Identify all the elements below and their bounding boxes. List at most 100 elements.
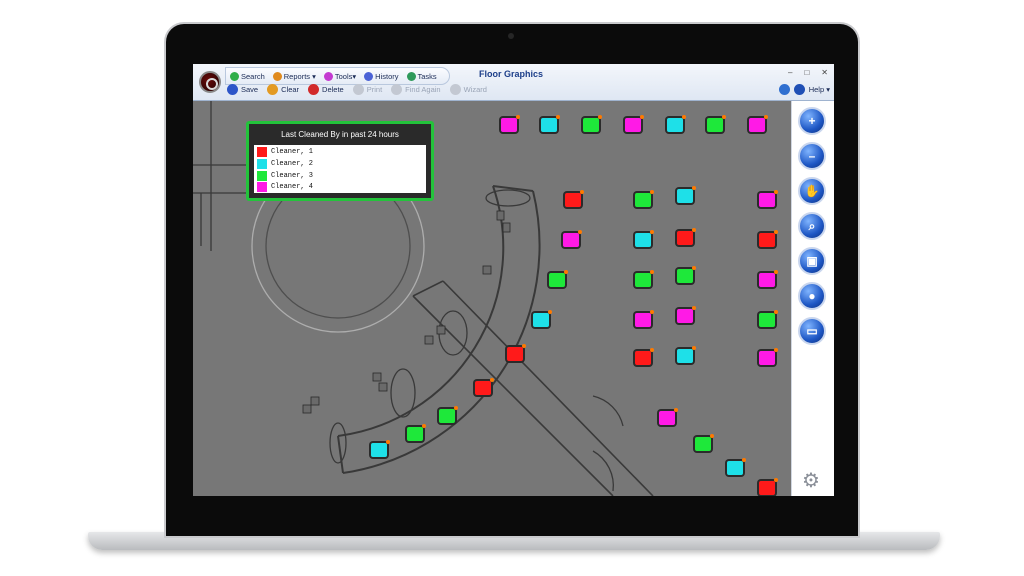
floor-plan-canvas[interactable]: Last Cleaned By in past 24 hours Cleaner…: [193, 101, 791, 496]
delete-button[interactable]: Delete: [308, 84, 344, 95]
gear-icon: ⚙: [802, 470, 820, 492]
user-button[interactable]: ●: [798, 282, 826, 310]
window-title: Floor Graphics: [479, 69, 544, 79]
history-button[interactable]: History: [364, 71, 399, 81]
print-button[interactable]: Print: [352, 84, 382, 95]
right-tool-panel: + – ✋ ⌕ ▣ ● ▭ ⚙: [791, 101, 834, 496]
legend-item: Cleaner, 4: [257, 181, 313, 192]
layers-button[interactable]: ▣: [798, 247, 826, 275]
reports-button[interactable]: Reports ▾: [272, 71, 316, 81]
room-marker[interactable]: [759, 310, 778, 327]
user-icon: ●: [808, 289, 816, 303]
app-window: Search Reports ▾ Tools▾ History Tasks Fl…: [193, 64, 834, 496]
zoom-in-button[interactable]: +: [798, 107, 826, 135]
settings-icon[interactable]: [778, 84, 790, 95]
room-marker[interactable]: [565, 190, 584, 207]
search-map-button[interactable]: ⌕: [798, 212, 826, 240]
room-marker[interactable]: [659, 408, 678, 425]
find-icon: [391, 84, 403, 95]
legend-swatch: [257, 146, 267, 157]
legend-item: Cleaner, 1: [257, 146, 313, 157]
legend-panel: Last Cleaned By in past 24 hours Cleaner…: [246, 121, 434, 201]
room-marker[interactable]: [371, 440, 390, 457]
room-marker[interactable]: [677, 306, 696, 323]
reports-icon: [272, 71, 282, 81]
save-icon: [227, 84, 238, 95]
zoom-out-icon: –: [808, 149, 816, 163]
zoom-out-button[interactable]: –: [798, 142, 826, 170]
quick-access-toolbar: Search Reports ▾ Tools▾ History Tasks: [225, 67, 450, 85]
legend-swatch: [257, 170, 267, 181]
tools-icon: [323, 71, 333, 81]
room-marker[interactable]: [635, 270, 654, 287]
room-marker[interactable]: [507, 344, 526, 361]
print-icon: [352, 84, 364, 95]
room-marker[interactable]: [625, 115, 644, 132]
room-marker[interactable]: [759, 348, 778, 365]
room-marker[interactable]: [677, 186, 696, 203]
webcam: [508, 33, 514, 39]
wizard-button[interactable]: Wizard: [449, 84, 487, 95]
legend-swatch: [257, 158, 267, 169]
room-marker[interactable]: [439, 406, 458, 423]
legend-item: Cleaner, 3: [257, 170, 313, 181]
history-icon: [364, 71, 374, 81]
room-marker[interactable]: [677, 266, 696, 283]
legend-list: Cleaner, 1 Cleaner, 2 Cleaner, 3 Cleaner…: [254, 145, 426, 193]
wizard-icon: [449, 84, 461, 95]
room-marker[interactable]: [695, 434, 714, 451]
window-controls: – □ ✕: [788, 68, 828, 77]
delete-icon: [308, 84, 320, 95]
tools-button[interactable]: Tools▾: [323, 71, 356, 81]
legend-title: Last Cleaned By in past 24 hours: [281, 130, 399, 139]
room-marker[interactable]: [407, 424, 426, 441]
room-marker[interactable]: [583, 115, 602, 132]
search-button[interactable]: Search: [230, 71, 265, 81]
tasks-icon: [406, 71, 416, 81]
room-marker[interactable]: [759, 478, 778, 495]
room-marker[interactable]: [727, 458, 746, 475]
room-marker[interactable]: [635, 348, 654, 365]
legend-item: Cleaner, 2: [257, 158, 313, 169]
room-marker[interactable]: [635, 230, 654, 247]
pan-hand-icon: ✋: [804, 184, 820, 198]
room-marker[interactable]: [533, 310, 552, 327]
clear-button[interactable]: Clear: [267, 84, 299, 95]
room-marker[interactable]: [759, 230, 778, 247]
room-marker[interactable]: [749, 115, 768, 132]
help-menu[interactable]: Help ▾: [809, 85, 830, 94]
room-marker[interactable]: [549, 270, 568, 287]
help-icon[interactable]: [793, 84, 805, 95]
legend-swatch: [257, 181, 267, 192]
room-marker[interactable]: [501, 115, 520, 132]
pan-button[interactable]: ✋: [798, 177, 826, 205]
display-button[interactable]: ▭: [798, 317, 826, 345]
save-button[interactable]: Save: [227, 84, 258, 95]
help-area: Help ▾: [778, 84, 830, 95]
layers-icon: ▣: [806, 254, 818, 268]
room-marker[interactable]: [677, 346, 696, 363]
clear-icon: [267, 84, 279, 95]
room-marker[interactable]: [563, 230, 582, 247]
room-marker[interactable]: [707, 115, 726, 132]
find-again-button[interactable]: Find Again: [391, 84, 441, 95]
zoom-in-icon: +: [808, 114, 816, 128]
title-bar: Search Reports ▾ Tools▾ History Tasks Fl…: [193, 64, 834, 101]
close-button[interactable]: ✕: [821, 68, 828, 77]
app-menu-button[interactable]: [199, 71, 221, 93]
magnifier-icon: ⌕: [808, 218, 816, 233]
tasks-button[interactable]: Tasks: [406, 71, 437, 81]
minimize-button[interactable]: –: [788, 68, 792, 77]
room-marker[interactable]: [759, 190, 778, 207]
room-marker[interactable]: [475, 378, 494, 395]
room-marker[interactable]: [635, 190, 654, 207]
room-marker[interactable]: [541, 115, 560, 132]
search-icon: [230, 71, 239, 81]
room-marker[interactable]: [759, 270, 778, 287]
room-marker[interactable]: [677, 228, 696, 245]
maximize-button[interactable]: □: [804, 68, 809, 77]
room-marker[interactable]: [635, 310, 654, 327]
main-toolbar: Save Clear Delete Print Find Again Wizar…: [227, 84, 487, 95]
room-marker[interactable]: [667, 115, 686, 132]
screen-icon: ▭: [806, 324, 818, 338]
